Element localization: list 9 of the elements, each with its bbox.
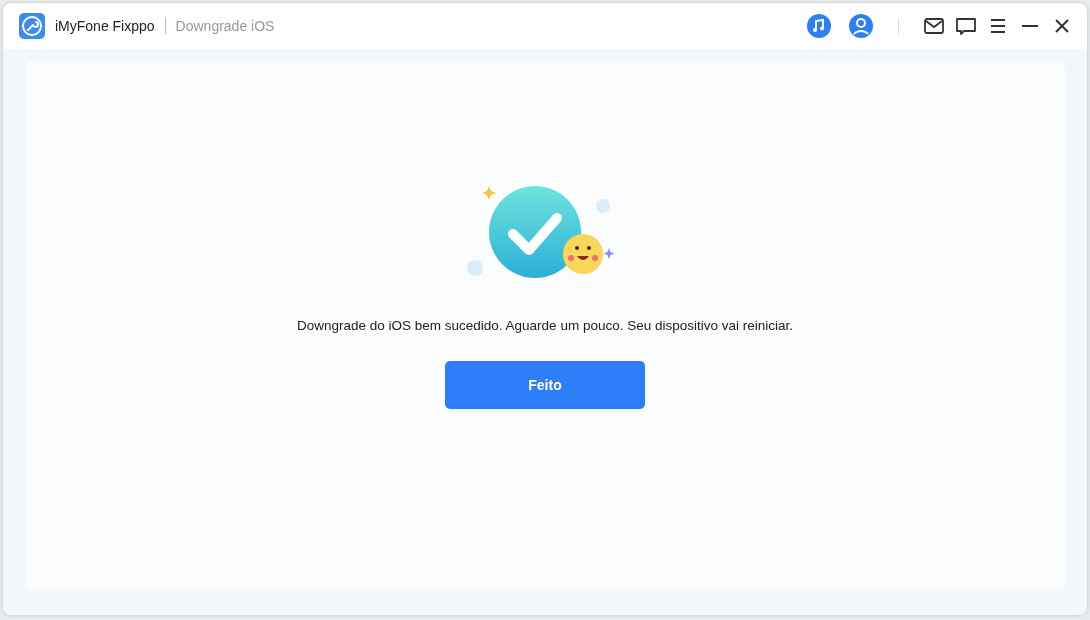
user-avatar-icon[interactable] [848, 13, 874, 39]
section-title: Downgrade iOS [175, 18, 275, 34]
success-message: Downgrade do iOS bem sucedido. Aguarde um pouco. Seu dispositivo vai reiniciar. [296, 318, 793, 333]
done-button[interactable]: Feito [445, 361, 645, 409]
music-note-icon[interactable] [806, 13, 832, 39]
chat-icon[interactable] [955, 15, 977, 37]
app-title: iMyFone Fixppo [55, 18, 155, 34]
wrench-logo-icon [19, 13, 45, 39]
mail-icon[interactable] [923, 15, 945, 37]
